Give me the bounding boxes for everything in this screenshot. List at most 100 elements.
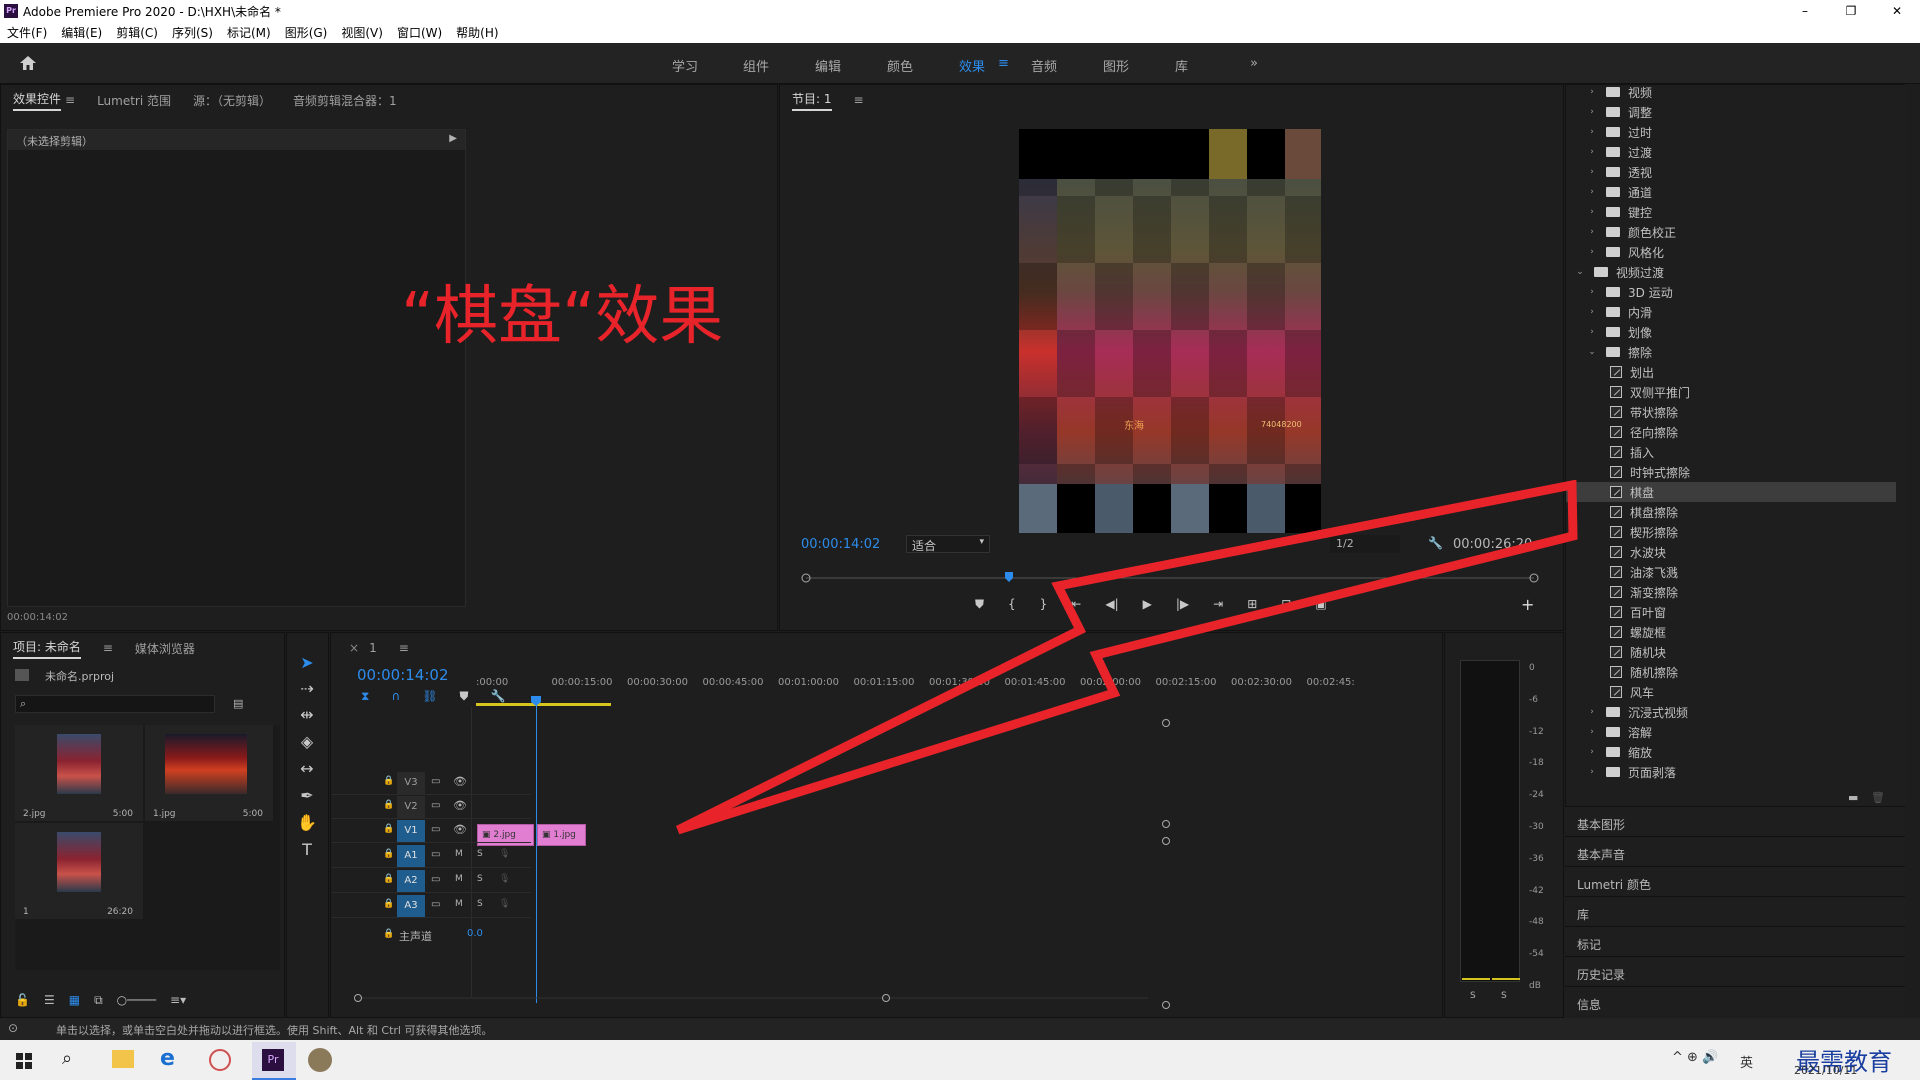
chevron-down-icon[interactable]: ⌄ xyxy=(1574,267,1586,277)
effect-item[interactable]: 时钟式擦除 xyxy=(1566,462,1896,482)
effect-folder[interactable]: › 风格化 xyxy=(1566,242,1896,262)
nest-icon[interactable]: ⧗ xyxy=(361,689,369,704)
track-output-icon[interactable]: ▭ xyxy=(431,849,440,860)
side-panel-header[interactable]: 信息 xyxy=(1565,986,1905,1015)
app-avatar-icon[interactable] xyxy=(308,1048,332,1072)
effect-folder[interactable]: › 3D 运动 xyxy=(1566,282,1896,302)
mic-icon[interactable]: 🎙 xyxy=(499,874,510,884)
mute-button[interactable]: M xyxy=(455,874,463,884)
chevron-right-icon[interactable]: › xyxy=(1586,87,1598,97)
freeform-view-icon[interactable]: ⧉ xyxy=(94,993,103,1008)
menu-clip[interactable]: 剪辑(C) xyxy=(109,24,165,41)
tab-media-browser[interactable]: 媒体浏览器 xyxy=(135,640,195,657)
pen-tool-icon[interactable]: ✒ xyxy=(295,784,319,808)
menu-sequence[interactable]: 序列(S) xyxy=(165,24,220,41)
track-lock-icon[interactable]: 🔒 xyxy=(383,929,394,939)
workspace-assembly[interactable]: 组件 xyxy=(743,56,769,75)
solo-left-button[interactable]: S xyxy=(1470,991,1476,1001)
tab-project[interactable]: 项目: 未命名 xyxy=(13,638,81,659)
workspace-menu-icon[interactable]: ≡ xyxy=(998,56,1009,71)
track-select-tool-icon[interactable]: ⇢ xyxy=(295,677,319,701)
edge-browser-icon[interactable]: e xyxy=(160,1046,175,1071)
eye-icon[interactable]: 👁 xyxy=(453,799,467,812)
linked-selection-icon[interactable]: ⛓ xyxy=(422,689,437,704)
effect-folder[interactable]: › 内滑 xyxy=(1566,302,1896,322)
track-output-icon[interactable]: ▭ xyxy=(431,899,440,910)
project-item[interactable]: 1 26:20 xyxy=(15,823,143,919)
workspace-editing[interactable]: 编辑 xyxy=(815,56,841,75)
tab-sequence[interactable]: 1 xyxy=(369,641,377,655)
timeline-hscroll[interactable] xyxy=(353,992,1153,1002)
menu-view[interactable]: 视图(V) xyxy=(334,24,390,41)
menu-graphics[interactable]: 图形(G) xyxy=(278,24,335,41)
snap-icon[interactable]: ∩ xyxy=(391,689,400,704)
project-item[interactable]: 2.jpg 5:00 xyxy=(15,725,143,821)
track-lock-icon[interactable]: 🔒 xyxy=(383,800,394,810)
tray-icons[interactable]: ^ ⊕ 🔊 xyxy=(1672,1050,1718,1065)
timeline-timecode[interactable]: 00:00:14:02 xyxy=(357,666,449,684)
workspace-color[interactable]: 颜色 xyxy=(887,56,913,75)
track-output-icon[interactable]: ▭ xyxy=(431,874,440,885)
side-panel-header[interactable]: 库 xyxy=(1565,896,1905,925)
effect-folder[interactable]: › 过时 xyxy=(1566,122,1896,142)
type-tool-icon[interactable]: T xyxy=(295,838,319,862)
menu-edit[interactable]: 编辑(E) xyxy=(54,24,109,41)
effect-item[interactable]: 随机擦除 xyxy=(1566,662,1896,682)
chevron-right-icon[interactable]: › xyxy=(1586,307,1598,317)
file-explorer-icon[interactable] xyxy=(112,1050,134,1068)
program-menu-icon[interactable]: ≡ xyxy=(854,93,864,107)
effect-folder[interactable]: › 过渡 xyxy=(1566,142,1896,162)
side-panel-header[interactable]: 基本声音 xyxy=(1565,836,1905,865)
effect-folder[interactable]: › 键控 xyxy=(1566,202,1896,222)
work-area-bar[interactable] xyxy=(476,703,611,706)
workspace-overflow-icon[interactable]: » xyxy=(1250,56,1258,71)
chevron-down-icon[interactable]: ⌄ xyxy=(1586,347,1598,357)
chevron-right-icon[interactable]: › xyxy=(1586,127,1598,137)
tab-audio-mixer[interactable]: 音频剪辑混合器：1 xyxy=(293,92,397,109)
effect-folder[interactable]: › 溶解 xyxy=(1566,722,1896,742)
track-lock-icon[interactable]: 🔒 xyxy=(383,899,394,909)
effect-item[interactable]: 划出 xyxy=(1566,362,1896,382)
chevron-right-icon[interactable]: › xyxy=(1586,327,1598,337)
effect-folder[interactable]: › 透视 xyxy=(1566,162,1896,182)
workspace-audio[interactable]: 音频 xyxy=(1031,56,1057,75)
clip-1jpg[interactable]: ▣ 1.jpg xyxy=(537,824,586,846)
icon-view-icon[interactable]: ▦ xyxy=(69,993,80,1008)
track-label[interactable]: A2 xyxy=(397,870,425,892)
chevron-right-icon[interactable]: › xyxy=(1586,227,1598,237)
track-output-icon[interactable]: ▭ xyxy=(431,776,440,787)
workspace-effects[interactable]: 效果 xyxy=(959,56,985,75)
effect-item[interactable]: 风车 xyxy=(1566,682,1896,702)
track-label[interactable]: A1 xyxy=(397,845,425,867)
chevron-right-icon[interactable]: › xyxy=(1586,107,1598,117)
close-button[interactable]: ✕ xyxy=(1874,0,1920,22)
effect-folder[interactable]: › 调整 xyxy=(1566,102,1896,122)
minimize-button[interactable]: – xyxy=(1782,0,1828,22)
project-search-input[interactable]: ⌕ xyxy=(15,695,215,713)
home-icon[interactable] xyxy=(19,55,37,71)
track-label[interactable]: V1 xyxy=(397,820,425,842)
effect-folder[interactable]: ⌄ 擦除 xyxy=(1566,342,1896,362)
mute-button[interactable]: M xyxy=(455,849,463,859)
hand-tool-icon[interactable]: ✋ xyxy=(295,811,319,835)
effect-item[interactable]: 棋盘 xyxy=(1566,482,1896,502)
effect-item[interactable]: 径向擦除 xyxy=(1566,422,1896,442)
track-lock-icon[interactable]: 🔒 xyxy=(383,849,394,859)
effect-item[interactable]: 棋盘擦除 xyxy=(1566,502,1896,522)
project-item[interactable]: 1.jpg 5:00 xyxy=(145,725,273,821)
ripple-edit-tool-icon[interactable]: ⇹ xyxy=(295,703,319,727)
chevron-right-icon[interactable]: › xyxy=(1586,247,1598,257)
razor-tool-icon[interactable]: ◈ xyxy=(295,730,319,754)
side-panel-header[interactable]: 标记 xyxy=(1565,926,1905,955)
new-bin-icon[interactable]: ▬ xyxy=(1848,791,1858,804)
master-volume[interactable]: 0.0 xyxy=(467,928,483,939)
solo-right-button[interactable]: S xyxy=(1501,991,1507,1001)
timeline-menu-icon[interactable]: ≡ xyxy=(399,641,409,655)
zoom-slider[interactable]: ○──── xyxy=(117,993,156,1008)
chevron-right-icon[interactable]: › xyxy=(1586,287,1598,297)
effect-item[interactable]: 水波块 xyxy=(1566,542,1896,562)
workspace-learn[interactable]: 学习 xyxy=(672,56,698,75)
tab-menu-icon[interactable]: ≡ xyxy=(65,93,75,107)
track-lock-icon[interactable]: 🔒 xyxy=(383,874,394,884)
effect-item[interactable]: 楔形擦除 xyxy=(1566,522,1896,542)
